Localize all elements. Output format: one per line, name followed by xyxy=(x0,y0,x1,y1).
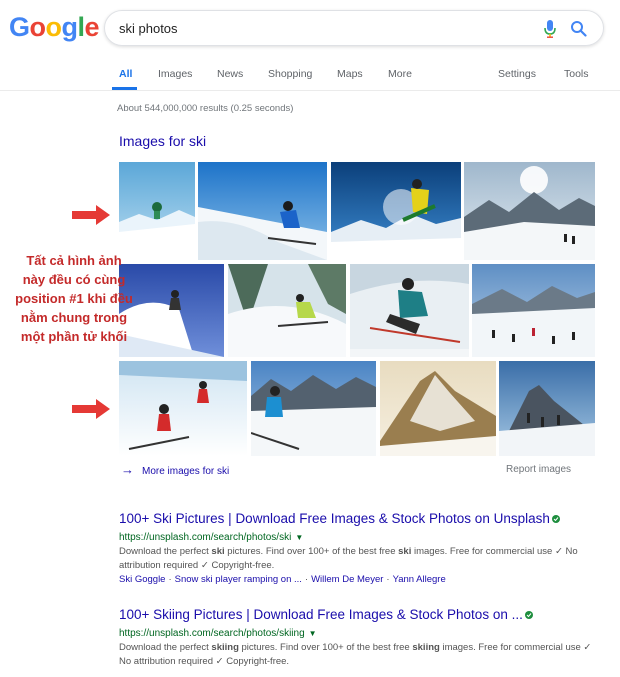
arrow-right-icon: → xyxy=(121,462,134,477)
separator: · xyxy=(304,574,309,585)
snippet-text: pictures. Find over 100+ of the best fre… xyxy=(224,546,399,557)
logo-letter: G xyxy=(9,12,30,42)
tab-images[interactable]: Images xyxy=(158,68,192,80)
snippet-text: Download the perfect xyxy=(119,642,212,653)
mic-icon[interactable] xyxy=(543,19,557,39)
report-images-link[interactable]: Report images xyxy=(506,464,571,475)
more-images-label: More images for ski xyxy=(142,466,230,477)
result-title-link[interactable]: 100+ Ski Pictures | Download Free Images… xyxy=(119,511,560,526)
result-title: 100+ Skiing Pictures | Download Free Ima… xyxy=(119,607,523,622)
caret-down-icon[interactable]: ▼ xyxy=(295,533,303,542)
google-logo[interactable]: Google xyxy=(9,12,100,43)
tab-shopping[interactable]: Shopping xyxy=(268,68,312,80)
result-title-link[interactable]: 100+ Skiing Pictures | Download Free Ima… xyxy=(119,607,533,622)
red-arrow-icon xyxy=(72,205,110,225)
ski-image-thumbnail[interactable] xyxy=(464,162,595,260)
sitelink[interactable]: Yann Allegre xyxy=(393,574,446,585)
logo-letter: l xyxy=(77,12,86,42)
logo-letter: o xyxy=(29,12,47,42)
tab-tools[interactable]: Tools xyxy=(564,68,589,80)
ski-image-thumbnail[interactable] xyxy=(119,162,195,260)
ski-image-thumbnail[interactable] xyxy=(331,162,461,260)
tab-all[interactable]: All xyxy=(119,68,132,80)
ski-image-thumbnail[interactable] xyxy=(228,264,346,357)
logo-letter: e xyxy=(84,12,100,42)
logo-letter: g xyxy=(61,12,79,42)
logo-letter: o xyxy=(45,12,63,42)
ski-image-thumbnail[interactable] xyxy=(119,361,247,456)
ski-image-thumbnail[interactable] xyxy=(198,162,327,260)
ski-image-thumbnail[interactable] xyxy=(472,264,595,357)
ski-image-thumbnail[interactable] xyxy=(350,264,469,357)
result-snippet: Download the perfect ski pictures. Find … xyxy=(119,545,599,573)
separator: · xyxy=(168,574,172,585)
result-title: 100+ Ski Pictures | Download Free Images… xyxy=(119,511,550,526)
sitelink[interactable]: Snow ski player ramping on ... xyxy=(175,574,302,585)
verified-icon xyxy=(524,611,533,620)
annotation-text: Tất cả hình ảnh này đều có cùng position… xyxy=(15,253,133,344)
result-url-text: https://unsplash.com/search/photos/skiin… xyxy=(119,628,305,639)
result-sitelinks: Ski Goggle · Snow ski player ramping on ..… xyxy=(119,574,599,585)
tab-maps[interactable]: Maps xyxy=(337,68,363,80)
search-result: 100+ Ski Pictures | Download Free Images… xyxy=(119,510,599,585)
result-url[interactable]: https://unsplash.com/search/photos/ski ▼ xyxy=(119,532,599,543)
result-url[interactable]: https://unsplash.com/search/photos/skiin… xyxy=(119,628,599,639)
separator: · xyxy=(386,574,390,585)
search-tabs: All Images News Shopping Maps More Setti… xyxy=(0,60,620,91)
active-tab-indicator xyxy=(112,87,137,90)
search-input[interactable] xyxy=(119,19,519,37)
tab-news[interactable]: News xyxy=(217,68,243,80)
search-icon[interactable] xyxy=(570,20,587,37)
snippet-keyword: skiing xyxy=(211,642,239,653)
search-result: 100+ Skiing Pictures | Download Free Ima… xyxy=(119,606,599,669)
verified-icon xyxy=(551,515,560,524)
snippet-text: pictures. Find over 100+ of the best fre… xyxy=(238,642,413,653)
snippet-keyword: ski xyxy=(398,546,412,557)
snippet-keyword: skiing xyxy=(412,642,440,653)
images-block-title[interactable]: Images for ski xyxy=(119,133,206,149)
ski-image-thumbnail[interactable] xyxy=(380,361,496,456)
red-arrow-icon xyxy=(72,399,110,419)
tab-more[interactable]: More xyxy=(388,68,412,80)
result-url-text: https://unsplash.com/search/photos/ski xyxy=(119,532,292,543)
snippet-text: Download the perfect xyxy=(119,546,212,557)
sitelink[interactable]: Willem De Meyer xyxy=(311,574,383,585)
tab-settings[interactable]: Settings xyxy=(498,68,536,80)
search-box[interactable] xyxy=(104,10,604,46)
result-snippet: Download the perfect skiing pictures. Fi… xyxy=(119,641,599,669)
result-stats: About 544,000,000 results (0.25 seconds) xyxy=(117,103,294,114)
caret-down-icon[interactable]: ▼ xyxy=(309,629,317,638)
sitelink[interactable]: Ski Goggle xyxy=(119,574,165,585)
ski-image-thumbnail[interactable] xyxy=(499,361,595,456)
snippet-keyword: ski xyxy=(211,546,225,557)
ski-image-thumbnail[interactable] xyxy=(119,264,224,357)
ski-image-thumbnail[interactable] xyxy=(251,361,376,456)
more-images-link[interactable]: → More images for ski xyxy=(121,462,229,477)
